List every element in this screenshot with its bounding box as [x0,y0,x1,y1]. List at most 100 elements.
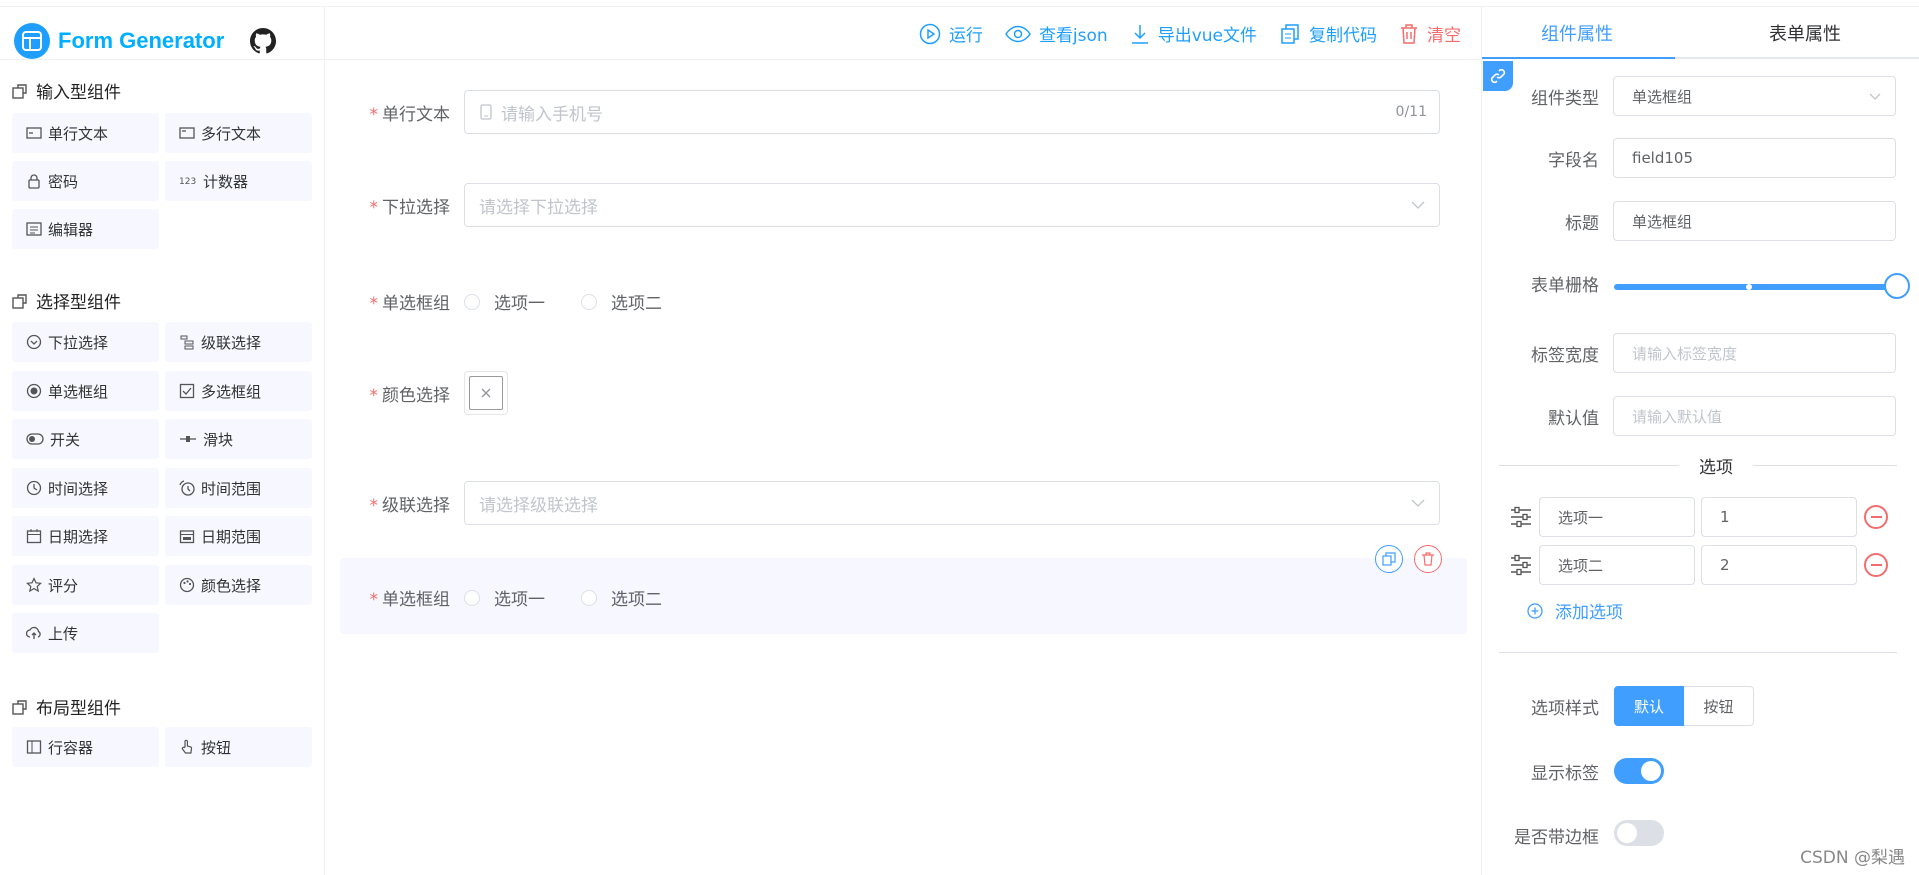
radio-option[interactable]: 选项二 [581,585,662,610]
option-style-default[interactable]: 默认 [1614,686,1684,726]
title-input[interactable]: 单选框组 [1613,201,1896,241]
color-picker[interactable] [464,371,508,415]
select-icon [26,334,42,350]
property-tabs: 组件属性 表单属性 [1482,7,1919,59]
clear-button[interactable]: 清空 [1399,21,1461,46]
prop-border: 是否带边框 [1514,828,1599,848]
eye-icon [1005,25,1031,42]
grid-slider-handle[interactable] [1884,273,1910,299]
run-button[interactable]: 运行 [919,21,983,46]
form-item-radio: * 单选框组 选项一 选项二 [366,289,698,314]
time-range-icon [179,480,195,496]
form-label: * 级联选择 [369,495,451,516]
svg-text:123: 123 [179,177,196,187]
radio-option[interactable]: 选项二 [581,289,662,314]
remove-option-icon[interactable] [1864,505,1888,529]
form-label: * 颜色选择 [369,385,451,406]
switch-icon [26,433,44,445]
tab-active-bar [1482,57,1675,59]
view-json-button[interactable]: 查看json [1005,21,1108,46]
chevron-down-icon [1869,93,1881,100]
github-icon[interactable] [250,28,277,54]
radio-option[interactable]: 选项一 [464,289,545,314]
form-label: * 单选框组 [369,294,451,314]
comp-slider[interactable]: 滑块 [165,419,312,459]
text-input[interactable]: 请输入手机号 0/11 [464,90,1440,134]
comp-button[interactable]: 按钮 [165,727,312,767]
export-vue-button[interactable]: 导出vue文件 [1130,21,1257,46]
lock-icon [28,174,40,189]
comp-counter[interactable]: 123 计数器 [165,161,312,201]
comp-row[interactable]: 行容器 [12,727,159,767]
plus-circle-icon [1527,602,1543,619]
field-name-input[interactable]: field105 [1613,138,1896,178]
textarea-icon [179,127,195,139]
comp-rate[interactable]: 评分 [12,565,159,605]
comp-upload[interactable]: 上传 [12,613,159,653]
comp-time[interactable]: 时间选择 [12,468,159,508]
copy-code-button[interactable]: 复制代码 [1279,21,1377,46]
default-value-input[interactable]: 请输入默认值 [1613,396,1896,436]
slider-icon [180,436,196,442]
comp-password[interactable]: 密码 [12,161,159,201]
comp-select[interactable]: 下拉选择 [12,322,159,362]
group-title-select: 选择型组件 [12,288,121,313]
comp-cascader[interactable]: 级联选择 [165,322,312,362]
option-label-input[interactable]: 选项一 [1539,497,1695,537]
remove-option-icon[interactable] [1864,553,1888,577]
copy-item-button[interactable] [1375,545,1403,573]
comp-date[interactable]: 日期选择 [12,516,159,556]
prop-field-name: 字段名 field105 [1487,138,1896,178]
watermark: CSDN @梨遇 [1800,848,1905,868]
tab-component-props[interactable]: 组件属性 [1482,7,1672,59]
copy-icon [1281,23,1299,44]
group-title-layout: 布局型组件 [12,694,121,719]
editor-icon [26,222,42,236]
drag-handle-icon[interactable] [1510,554,1532,580]
border-switch[interactable] [1614,820,1664,846]
component-type-select[interactable]: 单选框组 [1613,76,1896,116]
trash-icon [1422,552,1434,566]
input-icon [26,127,42,139]
comp-time-range[interactable]: 时间范围 [165,468,312,508]
comp-textarea[interactable]: 多行文本 [165,113,312,153]
option-style-group: 默认 按钮 [1614,686,1754,726]
comp-input[interactable]: 单行文本 [12,113,159,153]
comp-switch[interactable]: 开关 [12,419,159,459]
radio-option[interactable]: 选项一 [464,585,545,610]
add-option-button[interactable]: 添加选项 [1527,598,1623,623]
comp-checkbox[interactable]: 多选框组 [165,371,312,411]
chevron-down-icon [1411,201,1425,209]
copy-icon [1382,552,1396,566]
row-icon [26,740,42,754]
delete-item-button[interactable] [1414,545,1442,573]
comp-color[interactable]: 颜色选择 [165,565,312,605]
option-style-button[interactable]: 按钮 [1684,686,1754,726]
grid-slider-stop [1746,284,1752,290]
option-value-input[interactable]: 2 [1701,545,1857,585]
option-value-input[interactable]: 1 [1701,497,1857,537]
cascader-input[interactable]: 请选择级联选择 [464,481,1440,525]
chevron-down-icon [1411,499,1425,507]
char-counter: 0/11 [1395,104,1427,120]
option-label-input[interactable]: 选项二 [1539,545,1695,585]
radio-icon [26,383,42,399]
comp-radio[interactable]: 单选框组 [12,371,159,411]
toolbar: 运行 查看json 导出vue文件 复制代码 清空 [897,21,1461,46]
tab-form-props[interactable]: 表单属性 [1710,7,1900,59]
comp-date-range[interactable]: 日期范围 [165,516,312,556]
phone-icon [480,104,492,120]
component-icon [12,293,27,309]
cascader-placeholder: 请选择级联选择 [479,495,598,516]
play-icon [919,23,941,44]
select-input[interactable]: 请选择下拉选择 [464,183,1440,227]
component-icon [12,83,27,99]
show-label-switch[interactable] [1614,758,1664,784]
label-width-input[interactable]: 请输入标签宽度 [1613,333,1896,373]
drag-handle-icon[interactable] [1510,506,1532,532]
grid-slider-track[interactable] [1614,284,1897,290]
header-divider [0,59,325,60]
clock-icon [26,480,42,496]
comp-editor[interactable]: 编辑器 [12,209,159,249]
download-icon [1131,24,1148,44]
